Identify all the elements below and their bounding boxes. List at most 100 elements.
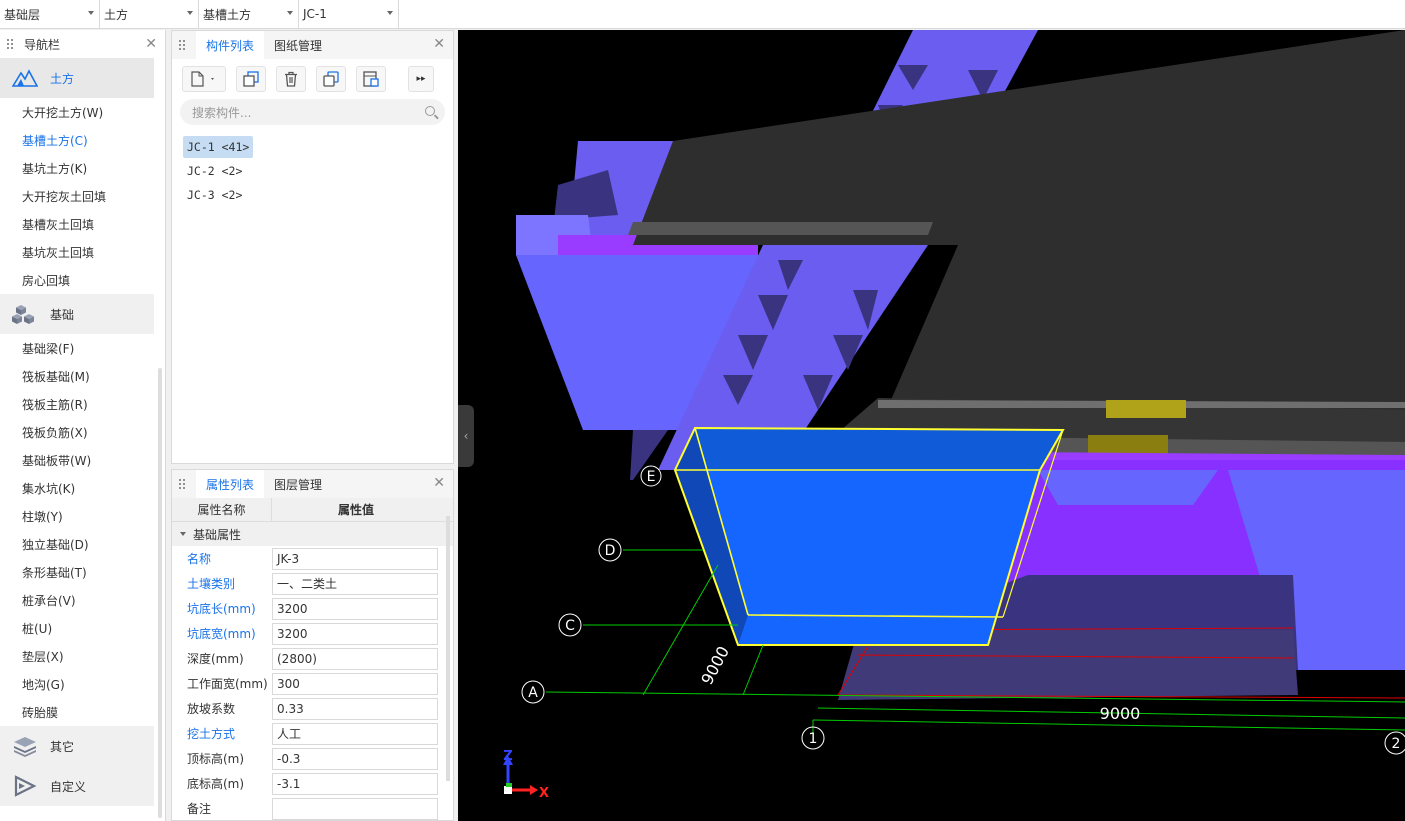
close-icon[interactable]: ✕ [433,475,445,491]
axis-label-c: C [565,618,575,634]
nav-item-raft-main-rebar[interactable]: 筏板主筋(R) [0,390,165,418]
property-row-bottom-length: 坑底长(mm) 3200 [172,596,453,621]
nav-item-open-excavation[interactable]: 大开挖土方(W) [0,98,165,126]
tab-label: 构件列表 [206,38,255,53]
tab-layer-management[interactable]: 图层管理 [264,470,332,498]
mountain-icon [12,69,38,87]
nav-item-room-backfill[interactable]: 房心回填 [0,266,165,294]
nav-item-trench-earthwork[interactable]: 基槽土方(C) [0,126,165,154]
nav-item-label: 大开挖土方(W) [22,105,104,120]
property-tabs: 属性列表 图层管理 ✕ [172,470,453,498]
nav-item-trench[interactable]: 地沟(G) [0,670,165,698]
tab-drawing-management[interactable]: 图纸管理 [264,31,332,59]
property-scrollbar[interactable] [446,516,450,781]
tab-property-list[interactable]: 属性列表 [196,470,265,498]
property-name: 土壤类别 [187,577,236,591]
nav-item-cushion[interactable]: 垫层(X) [0,642,165,670]
search-input[interactable]: 搜索构件... [180,99,445,125]
property-group-basic[interactable]: 基础属性 [172,522,453,546]
3d-scene[interactable]: E D C A 1 2 9000 9000 Z X [458,30,1405,821]
nav-scrollbar[interactable] [158,368,162,818]
property-value-field[interactable]: JK-3 [272,547,438,570]
nav-item-raft-negative-rebar[interactable]: 筏板负筋(X) [0,418,165,446]
collapse-panel-handle[interactable]: ‹ [458,405,474,467]
property-row-depth: 深度(mm) (2800) [172,646,453,671]
nav-category-earthwork[interactable]: 土方 [0,58,154,98]
property-value-field[interactable]: 0.33 [272,697,438,720]
nav-item-label: 基坑灰土回填 [22,245,95,260]
property-value-field[interactable] [272,797,438,820]
nav-item-pit-earthwork[interactable]: 基坑土方(K) [0,154,165,182]
drag-handle-icon[interactable] [178,478,186,490]
z-axis-label: Z [503,749,512,764]
nav-item-foundation-beam[interactable]: 基础梁(F) [0,334,165,362]
dimension-line [742,644,764,696]
property-row-slope: 放坡系数 0.33 [172,696,453,721]
nav-item-foundation-strip[interactable]: 基础板带(W) [0,446,165,474]
tab-label: 图纸管理 [274,38,323,53]
collapse-triangle-icon [180,532,186,536]
nav-item-strip-footing[interactable]: 条形基础(T) [0,558,165,586]
nav-item-isolated-footing[interactable]: 独立基础(D) [0,530,165,558]
nav-item-label: 房心回填 [22,273,71,288]
property-name: 备注 [187,802,212,816]
close-icon[interactable]: ✕ [145,36,157,52]
foundation-beam [1106,400,1186,418]
property-value-field[interactable]: 3200 [272,622,438,645]
slab-edge [628,222,933,235]
list-item[interactable]: JC-1 <41> [183,136,254,158]
tab-component-list[interactable]: 构件列表 [196,31,265,59]
x-axis-arrowhead [530,785,538,795]
category-selector-value: 土方 [104,7,129,22]
3d-viewport[interactable]: E D C A 1 2 9000 9000 Z X [458,30,1405,821]
property-value-field[interactable]: 人工 [272,722,438,745]
property-name: 工作面宽(mm) [187,677,268,691]
property-value-field[interactable]: -3.1 [272,772,438,795]
floor-selector[interactable]: 基础层 [0,0,100,28]
more-button[interactable]: ▸▸ [408,66,434,92]
component-selector[interactable]: JC-1 [299,0,399,28]
category-selector[interactable]: 土方 [100,0,199,28]
nav-item-pit-backfill[interactable]: 基坑灰土回填 [0,238,165,266]
drag-handle-icon[interactable] [178,39,186,51]
property-row-work-width: 工作面宽(mm) 300 [172,671,453,696]
nav-item-pile[interactable]: 桩(U) [0,614,165,642]
property-value-field[interactable]: 300 [272,672,438,695]
nav-category-custom[interactable]: 自定义 [0,766,154,806]
nav-item-trench-backfill[interactable]: 基槽灰土回填 [0,210,165,238]
selector-bar: 基础层 土方 基槽土方 JC-1 [0,0,1405,29]
property-value-field[interactable]: -0.3 [272,747,438,770]
nav-item-pile-cap[interactable]: 桩承台(V) [0,586,165,614]
drag-handle-icon[interactable] [6,38,14,50]
slope-face [554,170,618,220]
property-value-field[interactable]: 一、二类土 [272,572,438,595]
new-component-button[interactable] [182,66,226,92]
property-value-field[interactable]: (2800) [272,647,438,670]
extract-icon [363,71,379,87]
copy-component-button[interactable] [236,66,266,92]
property-value-field[interactable]: 3200 [272,597,438,620]
extract-component-button[interactable] [356,66,386,92]
search-icon[interactable] [425,106,435,116]
property-name: 底标高(m) [187,777,245,791]
list-item[interactable]: JC-3 <2> [183,184,246,206]
nav-item-label: 基槽土方(C) [22,133,88,148]
nav-item-column-pier[interactable]: 柱墩(Y) [0,502,165,530]
type-selector[interactable]: 基槽土方 [199,0,299,28]
property-panel: 属性列表 图层管理 ✕ 属性名称 属性值 基础属性 名称 JK-3 土壤类别 一、二… [171,469,454,821]
nav-item-brick-mold[interactable]: 砖胎膜 [0,698,165,726]
trash-icon [285,71,297,87]
list-item[interactable]: JC-2 <2> [183,160,246,182]
column-header-value: 属性值 [337,503,374,517]
tab-label: 属性列表 [206,477,255,492]
nav-category-other[interactable]: 其它 [0,726,154,766]
property-name: 名称 [187,552,212,566]
nav-item-raft-foundation[interactable]: 筏板基础(M) [0,362,165,390]
close-icon[interactable]: ✕ [433,36,445,52]
delete-component-button[interactable] [276,66,306,92]
duplicate-floor-button[interactable] [316,66,346,92]
nav-item-open-backfill[interactable]: 大开挖灰土回填 [0,182,165,210]
nav-category-foundation[interactable]: 基础 [0,294,154,334]
nav-item-label: 地沟(G) [22,677,65,692]
nav-item-sump-pit[interactable]: 集水坑(K) [0,474,165,502]
